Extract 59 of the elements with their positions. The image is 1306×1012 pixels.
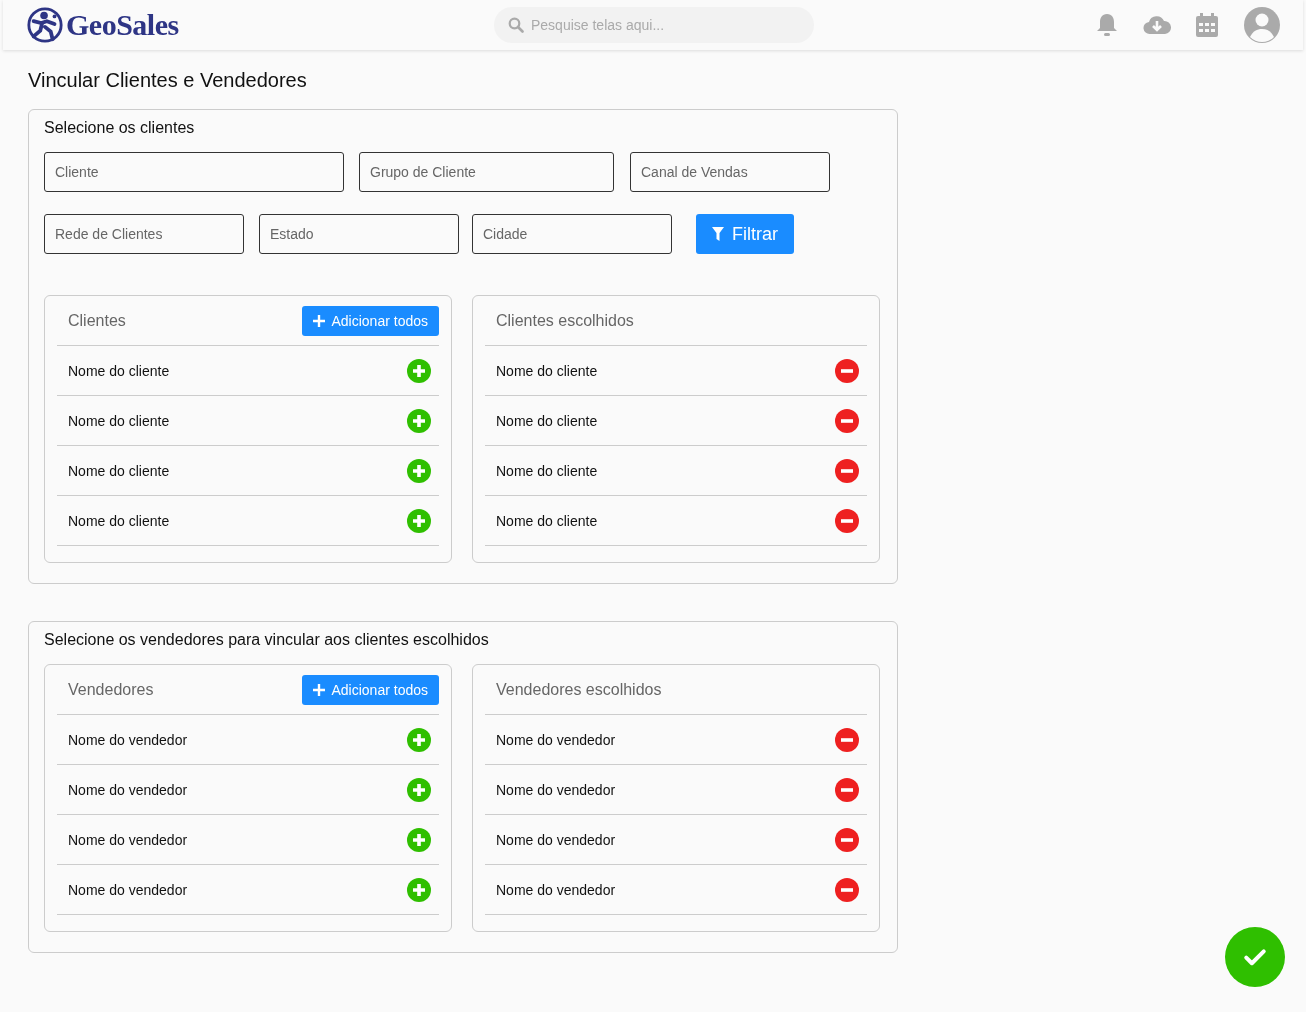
plus-icon	[313, 314, 326, 327]
input-field[interactable]: Estado	[259, 214, 459, 254]
list-item-name: Nome do cliente	[496, 412, 598, 429]
input-field[interactable]: Grupo de Cliente	[359, 152, 614, 192]
list-item-name: Nome do vendedor	[68, 731, 188, 748]
panel-title: Clientes	[68, 311, 126, 330]
remove-icon[interactable]	[835, 508, 859, 533]
add-icon[interactable]	[407, 508, 431, 533]
add-all-button[interactable]: Adicionar todos	[302, 305, 439, 336]
input-field[interactable]: Rede de Clientes	[44, 214, 244, 254]
add-icon[interactable]	[407, 877, 431, 902]
list-item-name: Nome do vendedor	[496, 731, 616, 748]
input-field[interactable]: Cidade	[472, 214, 672, 254]
confirm-button[interactable]	[1225, 927, 1285, 987]
remove-icon[interactable]	[835, 408, 859, 433]
section-title: Selecione os clientes	[44, 119, 196, 137]
list-item-name: Nome do cliente	[68, 512, 170, 529]
add-icon[interactable]	[407, 727, 431, 752]
list-item-name: Nome do vendedor	[496, 781, 616, 798]
remove-icon[interactable]	[835, 877, 859, 902]
section-title: Selecione os vendedores para vincular aos clientes escolhidos	[44, 631, 490, 649]
remove-icon[interactable]	[835, 827, 859, 852]
bell-icon[interactable]	[1095, 12, 1119, 38]
list-item-name: Nome do vendedor	[68, 831, 188, 848]
list-item-name: Nome do vendedor	[68, 781, 188, 798]
page-title: Vincular Clientes e Vendedores	[28, 69, 308, 92]
add-icon[interactable]	[407, 358, 431, 383]
panel-title: Vendedores escolhidos	[496, 680, 662, 699]
calendar-icon[interactable]	[1195, 12, 1219, 38]
list-item-name: Nome do vendedor	[496, 831, 616, 848]
input-field[interactable]: Cliente	[44, 152, 344, 192]
plus-icon	[313, 683, 326, 696]
list-item-name: Nome do vendedor	[68, 881, 188, 898]
runner-logo-icon	[26, 6, 64, 44]
user-avatar-icon[interactable]	[1243, 6, 1281, 44]
list-item-name: Nome do cliente	[68, 412, 170, 429]
add-all-button[interactable]: Adicionar todos	[302, 674, 439, 705]
add-icon[interactable]	[407, 827, 431, 852]
remove-icon[interactable]	[835, 458, 859, 483]
remove-icon[interactable]	[835, 358, 859, 383]
panel-title: Clientes escolhidos	[496, 311, 634, 330]
filter-button[interactable]: Filtrar	[696, 214, 794, 254]
list-item-name: Nome do cliente	[496, 512, 598, 529]
list-item-name: Nome do cliente	[496, 362, 598, 379]
filter-icon	[712, 227, 724, 241]
list-item-name: Nome do cliente	[496, 462, 598, 479]
add-icon[interactable]	[407, 408, 431, 433]
list-item-name: Nome do cliente	[68, 362, 170, 379]
add-icon[interactable]	[407, 458, 431, 483]
list-item-name: Nome do cliente	[68, 462, 170, 479]
panel-title: Vendedores	[68, 680, 154, 699]
add-icon[interactable]	[407, 777, 431, 802]
search-field[interactable]: Pesquise telas aqui...	[494, 7, 814, 43]
list-item-name: Nome do vendedor	[496, 881, 616, 898]
remove-icon[interactable]	[835, 727, 859, 752]
input-field[interactable]: Canal de Vendas	[630, 152, 830, 192]
logo-text: GeoSales	[66, 8, 179, 42]
remove-icon[interactable]	[835, 777, 859, 802]
cloud-download-icon[interactable]	[1143, 14, 1171, 36]
